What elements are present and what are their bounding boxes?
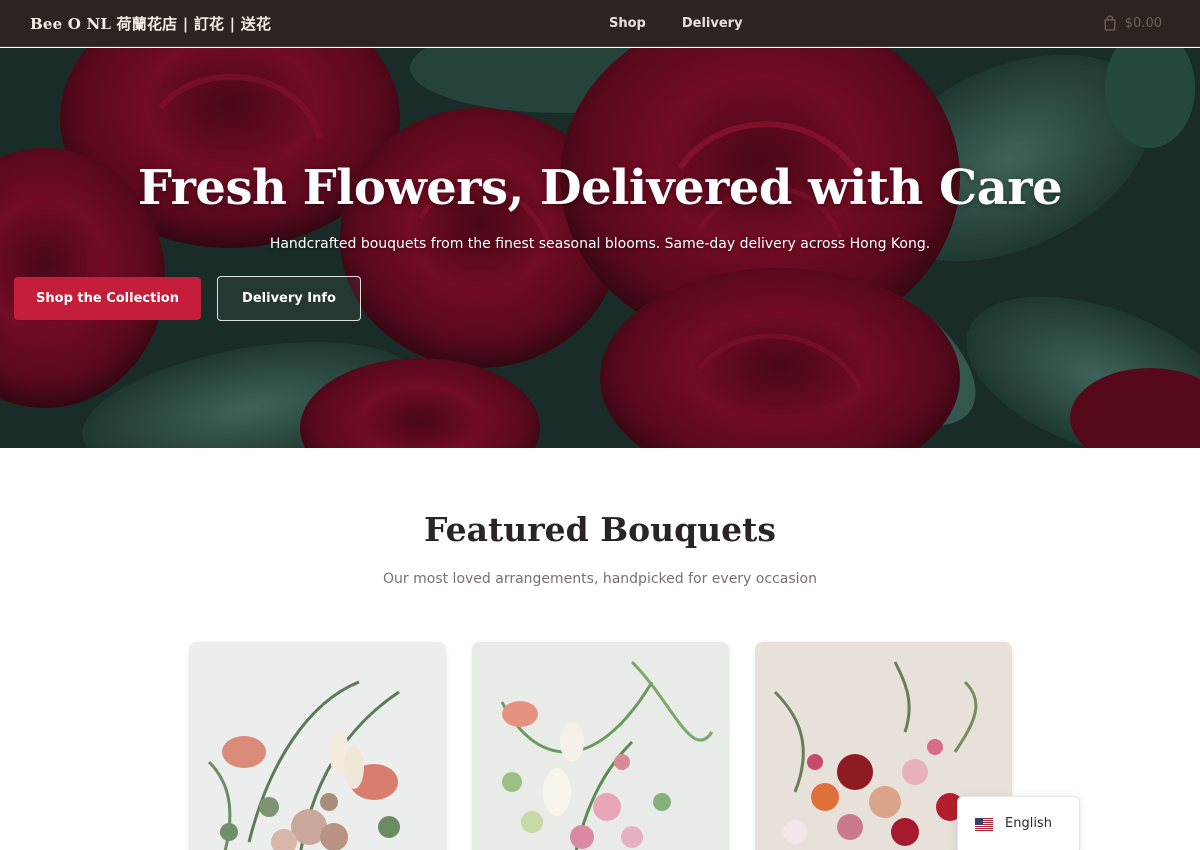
- hero-title: Fresh Flowers, Delivered with Care: [137, 160, 1063, 216]
- featured-subtitle: Our most loved arrangements, handpicked …: [383, 571, 817, 587]
- bouquet-image: [472, 642, 729, 850]
- delivery-info-button[interactable]: Delivery Info: [217, 276, 361, 321]
- product-card[interactable]: [472, 642, 729, 850]
- hero-banner: Fresh Flowers, Delivered with Care Handc…: [0, 48, 1200, 448]
- bouquet-image: [189, 642, 446, 850]
- brand-logo-text[interactable]: Bee O NL 荷蘭花店 | 訂花 | 送花: [30, 13, 271, 34]
- hero-subtitle: Handcrafted bouquets from the finest sea…: [269, 236, 931, 252]
- cart-total: $0.00: [1124, 15, 1162, 31]
- shop-collection-button[interactable]: Shop the Collection: [14, 277, 201, 320]
- main-nav: Shop Delivery: [609, 16, 743, 31]
- featured-title: Featured Bouquets: [424, 510, 776, 549]
- language-selector[interactable]: English: [957, 796, 1080, 850]
- cart-button[interactable]: $0.00: [1103, 15, 1162, 31]
- product-card[interactable]: [189, 642, 446, 850]
- language-label: English: [1005, 816, 1052, 831]
- nav-delivery-link[interactable]: Delivery: [682, 16, 743, 31]
- nav-shop-link[interactable]: Shop: [609, 16, 646, 31]
- shopping-bag-icon: [1104, 15, 1116, 31]
- us-flag-icon: [975, 818, 993, 831]
- site-header: Bee O NL 荷蘭花店 | 訂花 | 送花 Shop Delivery $0…: [0, 0, 1200, 47]
